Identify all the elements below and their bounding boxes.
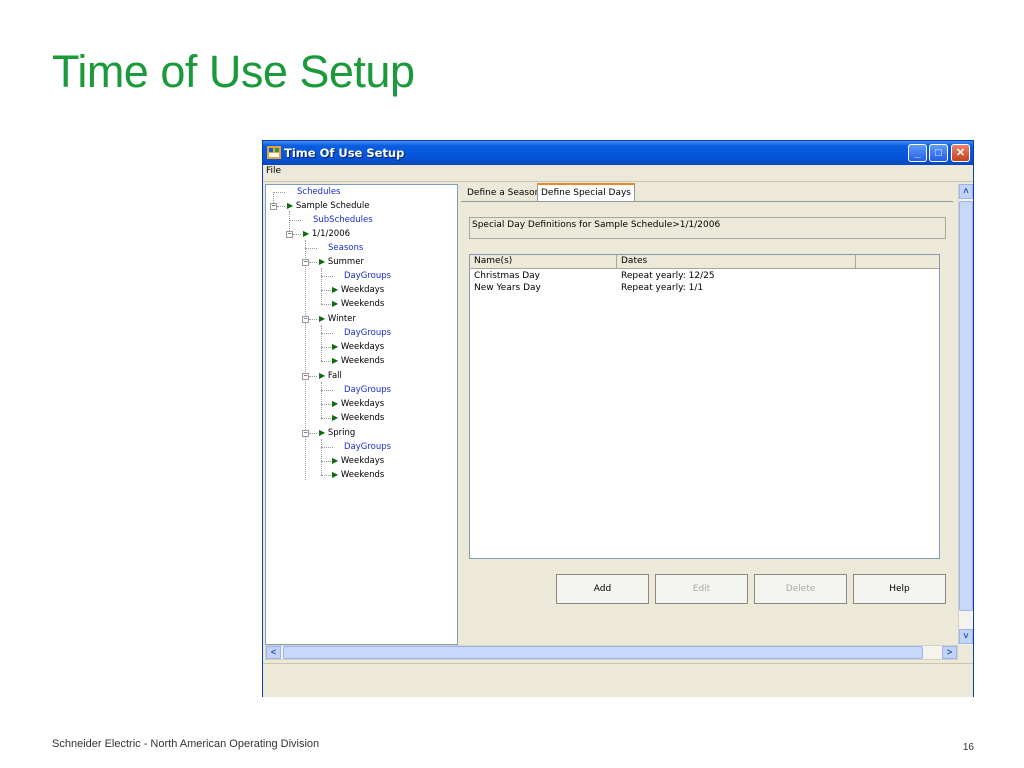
tree-node-weekends[interactable]: ▶ Weekends xyxy=(332,470,384,480)
special-days-list[interactable]: Name(s) Dates Christmas Day Repeat yearl… xyxy=(469,254,940,559)
help-button[interactable]: Help xyxy=(853,574,946,604)
node-arrow-icon: ▶ xyxy=(332,299,339,308)
app-window: Time Of Use Setup _ □ ✕ File Schedules −… xyxy=(262,140,974,697)
add-button[interactable]: Add xyxy=(556,574,649,604)
menu-file[interactable]: File xyxy=(266,166,281,176)
app-icon xyxy=(267,146,281,159)
tree-node-winter[interactable]: ▶ Winter xyxy=(319,314,356,324)
chevron-right-icon: > xyxy=(946,647,953,657)
cell-name: Christmas Day xyxy=(474,271,541,281)
chevron-up-icon: ˄ xyxy=(963,186,969,196)
node-arrow-icon: ▶ xyxy=(319,314,326,323)
horizontal-scrollbar[interactable]: < > xyxy=(265,645,958,660)
maximize-button[interactable]: □ xyxy=(929,144,948,162)
node-arrow-icon: ▶ xyxy=(287,201,294,210)
tree-node-schedules[interactable]: Schedules xyxy=(297,187,341,197)
collapse-icon[interactable]: − xyxy=(302,430,309,437)
tree-node-daygroups[interactable]: DayGroups xyxy=(344,271,391,281)
minimize-button[interactable]: _ xyxy=(908,144,927,162)
tree-node-spring[interactable]: ▶ Spring xyxy=(319,428,355,438)
window-title: Time Of Use Setup xyxy=(284,146,405,160)
node-arrow-icon: ▶ xyxy=(332,399,339,408)
horizontal-scroll-thumb[interactable] xyxy=(283,646,923,659)
maximize-icon: □ xyxy=(935,147,942,159)
vertical-scroll-thumb[interactable] xyxy=(959,201,973,611)
tree-node-sample-schedule[interactable]: ▶ Sample Schedule xyxy=(287,201,370,211)
scroll-left-button[interactable]: < xyxy=(266,646,281,659)
tree-node-fall[interactable]: ▶ Fall xyxy=(319,371,342,381)
scroll-up-button[interactable]: ˄ xyxy=(959,184,973,199)
node-arrow-icon: ▶ xyxy=(319,257,326,266)
vertical-scrollbar[interactable]: ˄ ˅ xyxy=(958,184,973,645)
cell-dates: Repeat yearly: 1/1 xyxy=(621,283,704,293)
column-header-dates[interactable]: Dates xyxy=(621,256,647,266)
cell-name: New Years Day xyxy=(474,283,541,293)
slide-title: Time of Use Setup xyxy=(52,46,415,97)
definition-caption: Special Day Definitions for Sample Sched… xyxy=(469,217,946,239)
tree-node-weekdays[interactable]: ▶ Weekdays xyxy=(332,285,384,295)
status-bar xyxy=(263,663,973,697)
tree-node-weekends[interactable]: ▶ Weekends xyxy=(332,299,384,309)
close-icon: ✕ xyxy=(955,147,966,159)
node-arrow-icon: ▶ xyxy=(332,413,339,422)
chevron-left-icon: < xyxy=(270,647,277,657)
tree-node-weekends[interactable]: ▶ Weekends xyxy=(332,356,384,366)
collapse-icon[interactable]: − xyxy=(286,231,293,238)
node-arrow-icon: ▶ xyxy=(332,356,339,365)
node-arrow-icon: ▶ xyxy=(332,470,339,479)
title-bar[interactable]: Time Of Use Setup _ □ ✕ xyxy=(263,141,973,165)
tree-node-daygroups[interactable]: DayGroups xyxy=(344,442,391,452)
tree-node-summer[interactable]: ▶ Summer xyxy=(319,257,364,267)
node-arrow-icon: ▶ xyxy=(319,371,326,380)
node-arrow-icon: ▶ xyxy=(332,456,339,465)
tree-node-weekdays[interactable]: ▶ Weekdays xyxy=(332,399,384,409)
node-arrow-icon: ▶ xyxy=(332,285,339,294)
menu-bar: File xyxy=(263,165,973,182)
minimize-icon: _ xyxy=(914,147,921,159)
tree-node-weekends[interactable]: ▶ Weekends xyxy=(332,413,384,423)
scroll-down-button[interactable]: ˅ xyxy=(959,629,973,644)
chevron-down-icon: ˅ xyxy=(963,631,969,641)
node-arrow-icon: ▶ xyxy=(332,342,339,351)
delete-button[interactable]: Delete xyxy=(754,574,847,604)
tree-node-seasons[interactable]: Seasons xyxy=(328,243,363,253)
tree-node-daygroups[interactable]: DayGroups xyxy=(344,328,391,338)
schedule-tree[interactable]: Schedules − ▶ Sample Schedule SubSchedul… xyxy=(265,184,458,645)
collapse-icon[interactable]: − xyxy=(302,373,309,380)
collapse-icon[interactable]: − xyxy=(302,316,309,323)
tree-node-daygroups[interactable]: DayGroups xyxy=(344,385,391,395)
footer-text: Schneider Electric - North American Oper… xyxy=(52,738,320,750)
tab-define-special-days[interactable]: Define Special Days xyxy=(537,183,635,202)
collapse-icon[interactable]: − xyxy=(302,259,309,266)
node-arrow-icon: ▶ xyxy=(319,428,326,437)
tree-node-weekdays[interactable]: ▶ Weekdays xyxy=(332,342,384,352)
column-header-names[interactable]: Name(s) xyxy=(474,256,512,266)
list-header: Name(s) Dates xyxy=(470,255,939,269)
tab-define-season[interactable]: Define a Season xyxy=(464,185,543,201)
tree-node-subschedules[interactable]: SubSchedules xyxy=(313,215,373,225)
tree-node-weekdays[interactable]: ▶ Weekdays xyxy=(332,456,384,466)
collapse-icon[interactable]: − xyxy=(270,203,277,210)
edit-button[interactable]: Edit xyxy=(655,574,748,604)
close-button[interactable]: ✕ xyxy=(951,144,970,162)
tree-node-date[interactable]: ▶ 1/1/2006 xyxy=(303,229,350,239)
scroll-right-button[interactable]: > xyxy=(942,646,957,659)
page-number: 16 xyxy=(962,742,974,753)
cell-dates: Repeat yearly: 12/25 xyxy=(621,271,715,281)
node-arrow-icon: ▶ xyxy=(303,229,310,238)
